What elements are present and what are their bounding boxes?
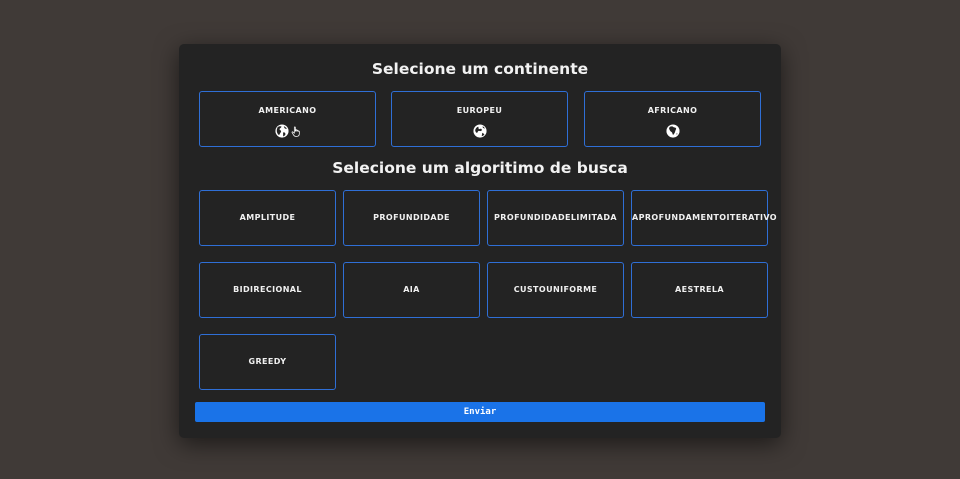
algorithm-section-title: Selecione um algoritimo de busca <box>332 159 628 177</box>
algorithm-option-label: AESTRELA <box>675 285 724 294</box>
globe-europe-icon <box>472 124 487 138</box>
hand-pointer-icon <box>291 126 300 137</box>
algorithm-option-custouniforme[interactable]: CUSTOUNIFORME <box>487 262 624 318</box>
continent-section-title: Selecione um continente <box>371 60 589 78</box>
globe-americas-icon <box>274 124 289 138</box>
algorithm-option-aia[interactable]: AIA <box>343 262 480 318</box>
continent-option-africano[interactable]: AFRICANO <box>584 91 761 147</box>
continent-option-americano[interactable]: AMERICANO <box>199 91 376 147</box>
globe-africa-icon <box>665 124 680 138</box>
algorithm-option-label: AIA <box>403 285 420 294</box>
algorithm-option-amplitude[interactable]: AMPLITUDE <box>199 190 336 246</box>
continent-option-europeu[interactable]: EUROPEU <box>391 91 568 147</box>
algorithm-option-label: PROFUNDIDADELIMITADA <box>494 213 617 222</box>
algorithm-option-label: GREEDY <box>248 357 287 366</box>
algorithm-option-profundidade[interactable]: PROFUNDIDADE <box>343 190 480 246</box>
algorithm-option-label: BIDIRECIONAL <box>233 285 302 294</box>
selection-card: Selecione um continente AMERICANO EUROPE… <box>179 44 781 438</box>
submit-button[interactable]: Enviar <box>195 402 765 422</box>
continent-option-label: AMERICANO <box>258 106 317 115</box>
algorithm-option-label: AMPLITUDE <box>239 213 296 222</box>
algorithm-option-label: CUSTOUNIFORME <box>513 285 598 294</box>
algorithm-option-greedy[interactable]: GREEDY <box>199 334 336 390</box>
algorithm-option-label: APROFUNDAMENTOITERATIVO <box>632 213 777 222</box>
algorithm-option-aestrela[interactable]: AESTRELA <box>631 262 768 318</box>
continent-option-label: AFRICANO <box>647 106 698 115</box>
algorithm-option-aprofundamentoiterativo[interactable]: APROFUNDAMENTOITERATIVO <box>631 190 777 246</box>
algorithm-option-bidirecional[interactable]: BIDIRECIONAL <box>199 262 336 318</box>
algorithm-option-label: PROFUNDIDADE <box>373 213 450 222</box>
continent-option-label: EUROPEU <box>456 106 503 115</box>
page: Selecione um continente AMERICANO EUROPE… <box>0 0 960 479</box>
algorithm-option-profundidadelimitada[interactable]: PROFUNDIDADELIMITADA <box>487 190 624 246</box>
